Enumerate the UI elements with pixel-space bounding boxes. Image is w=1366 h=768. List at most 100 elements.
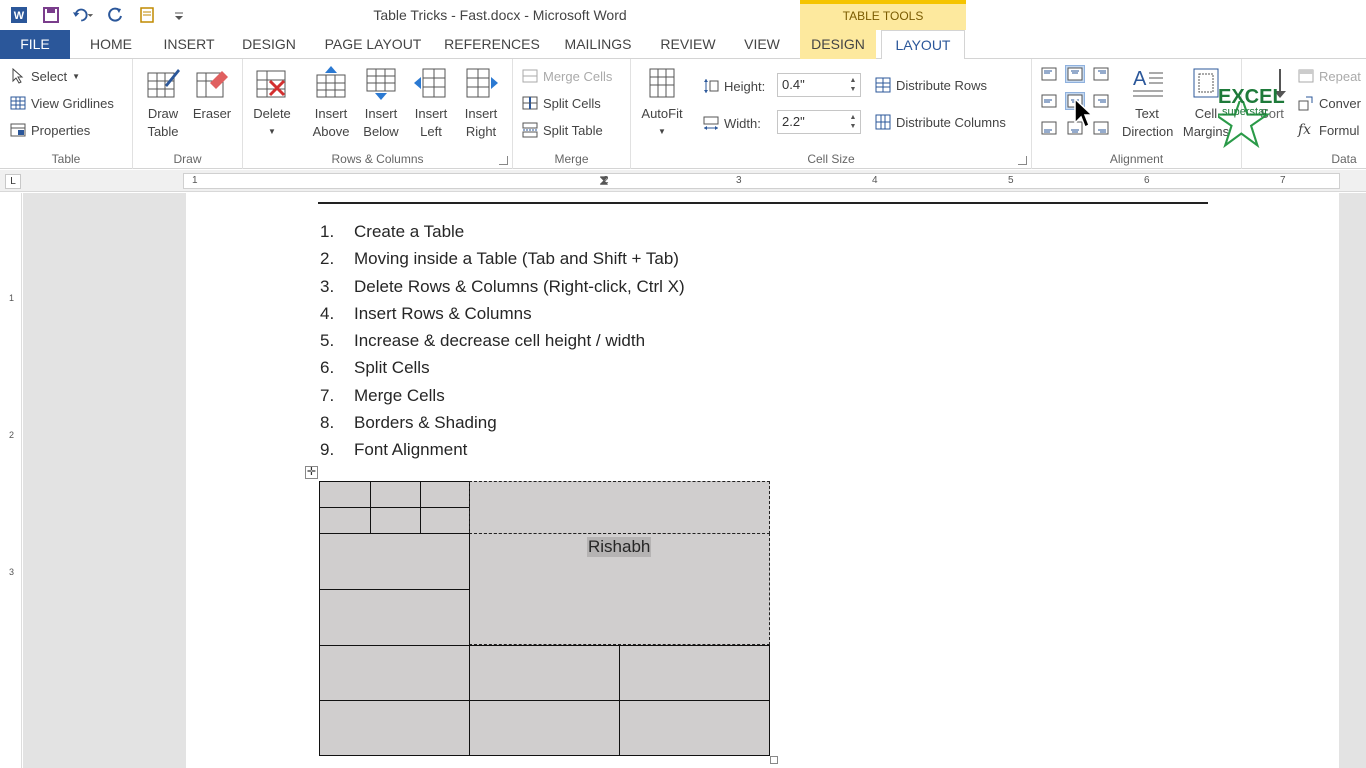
convert-icon xyxy=(1298,96,1313,111)
horizontal-ruler[interactable]: 1 ⧗ 2 3 4 5 6 7 xyxy=(183,172,1340,189)
tab-home[interactable]: HOME xyxy=(80,30,142,59)
list-item[interactable]: 1. Create a Table xyxy=(320,220,685,247)
table-tools-header: TABLE TOOLS xyxy=(800,0,966,30)
tab-mailings[interactable]: MAILINGS xyxy=(556,30,640,59)
tab-selector[interactable]: L xyxy=(5,174,21,189)
group-label-alignment: Alignment xyxy=(1109,152,1164,166)
tab-view[interactable]: VIEW xyxy=(736,30,788,59)
align-top-center-button[interactable] xyxy=(1065,65,1085,83)
align-middle-left-button[interactable] xyxy=(1039,92,1059,110)
tab-table-design[interactable]: DESIGN xyxy=(800,30,876,59)
height-label: Height: xyxy=(703,75,765,97)
align-bottom-left-button[interactable] xyxy=(1039,119,1059,137)
table-move-handle-icon[interactable]: ✛ xyxy=(305,466,318,479)
table-cell[interactable] xyxy=(469,481,770,534)
width-input[interactable]: 2.2" ▲ ▼ xyxy=(777,110,861,134)
group-merge: Merge Cells Split Cells Split Table Merg… xyxy=(513,59,631,169)
width-spinner-icon[interactable]: ▲ ▼ xyxy=(848,113,858,131)
select-button[interactable]: Select ▼ xyxy=(10,65,80,87)
repeat-header-rows-button[interactable]: Repeat xyxy=(1298,65,1361,87)
document-table[interactable] xyxy=(319,481,770,756)
list-item[interactable]: 5. Increase & decrease cell height / widt… xyxy=(320,329,685,356)
cursor-arrow-icon xyxy=(12,68,24,84)
list-item[interactable]: 8. Borders & Shading xyxy=(320,411,685,438)
height-spinner-icon[interactable]: ▲ ▼ xyxy=(848,76,858,94)
vertical-ruler[interactable]: 1 2 3 xyxy=(6,193,22,768)
list-item[interactable]: 2. Moving inside a Table (Tab and Shift +… xyxy=(320,247,685,274)
align-middle-right-button[interactable] xyxy=(1091,92,1111,110)
autofit-button[interactable]: AutoFit ▼ xyxy=(637,65,687,141)
table-cell[interactable] xyxy=(370,481,421,508)
insert-above-button[interactable]: Insert Above xyxy=(308,65,354,141)
table-cell[interactable] xyxy=(420,507,470,534)
table-cell[interactable] xyxy=(469,645,620,701)
table-cell[interactable] xyxy=(319,700,470,756)
list-item[interactable]: 7. Merge Cells xyxy=(320,384,685,411)
cell-size-launcher-icon[interactable] xyxy=(1018,156,1027,165)
split-cells-button[interactable]: Split Cells xyxy=(522,92,601,114)
height-input[interactable]: 0.4" ▲ ▼ xyxy=(777,73,861,97)
insert-right-icon xyxy=(466,68,498,98)
eraser-button[interactable]: Eraser xyxy=(189,65,235,123)
text-direction-icon: A xyxy=(1133,68,1163,97)
delete-button[interactable]: Delete ▼ xyxy=(249,65,295,141)
text-direction-button[interactable]: A Text Direction xyxy=(1122,65,1173,141)
table-properties-icon xyxy=(10,123,26,137)
list-item[interactable]: 4. Insert Rows & Columns xyxy=(320,302,685,329)
table-cell[interactable] xyxy=(619,700,770,756)
group-label-table: Table xyxy=(51,152,81,166)
autofit-icon xyxy=(649,68,675,98)
table-cell[interactable] xyxy=(319,589,470,646)
distribute-columns-button[interactable]: Distribute Columns xyxy=(875,111,1006,133)
table-cell[interactable] xyxy=(619,645,770,701)
table-cell[interactable] xyxy=(319,645,470,701)
gridlines-icon xyxy=(10,96,26,110)
list-item[interactable]: 9. Font Alignment xyxy=(320,438,685,465)
watermark-subtext: superstar xyxy=(1222,106,1268,118)
table-cell[interactable] xyxy=(319,507,371,534)
autofit-dropdown-icon: ▼ xyxy=(658,127,666,136)
group-label-cell-size: Cell Size xyxy=(807,152,855,166)
align-top-left-button[interactable] xyxy=(1039,65,1059,83)
ribbon: Select ▼ View Gridlines Properties Table … xyxy=(0,59,1366,169)
align-bottom-left-icon xyxy=(1041,121,1057,135)
list-item[interactable]: 3. Delete Rows & Columns (Right-click, Ct… xyxy=(320,275,685,302)
repeat-header-icon xyxy=(1298,69,1314,83)
align-top-right-icon xyxy=(1093,67,1109,81)
view-gridlines-button[interactable]: View Gridlines xyxy=(10,92,114,114)
merge-cells-button[interactable]: Merge Cells xyxy=(522,65,612,87)
horizontal-ruler-bar: L 1 ⧗ 2 3 4 5 6 7 xyxy=(0,170,1366,192)
width-label: Width: xyxy=(703,112,761,134)
draw-table-button[interactable]: Draw Table xyxy=(141,65,185,141)
tab-review[interactable]: REVIEW xyxy=(654,30,722,59)
formula-button[interactable]: fx Formul xyxy=(1298,119,1359,141)
table-cell[interactable] xyxy=(370,507,421,534)
tab-file[interactable]: FILE xyxy=(0,30,70,59)
ribbon-tabs: FILE HOME INSERT DESIGN PAGE LAYOUT REFE… xyxy=(0,30,1366,89)
insert-right-button[interactable]: Insert Right xyxy=(458,65,504,141)
table-resize-handle[interactable] xyxy=(770,756,778,764)
table-cell[interactable] xyxy=(319,481,371,508)
split-table-button[interactable]: Split Table xyxy=(522,119,603,141)
list-item[interactable]: 6. Split Cells xyxy=(320,356,685,383)
align-top-right-button[interactable] xyxy=(1091,65,1111,83)
rows-columns-launcher-icon[interactable] xyxy=(499,156,508,165)
distribute-rows-button[interactable]: Distribute Rows xyxy=(875,74,987,96)
table-cell[interactable] xyxy=(420,481,470,508)
tab-references[interactable]: REFERENCES xyxy=(442,30,542,59)
delete-table-icon xyxy=(256,70,286,98)
tab-table-layout[interactable]: LAYOUT xyxy=(881,30,965,60)
insert-below-icon xyxy=(366,68,396,100)
table-cell[interactable] xyxy=(319,533,470,590)
tab-design[interactable]: DESIGN xyxy=(234,30,304,59)
convert-to-text-button[interactable]: Conver xyxy=(1298,92,1361,114)
insert-below-button[interactable]: Insert Below xyxy=(358,65,404,141)
selected-cell-text[interactable]: Rishabh xyxy=(587,537,652,557)
insert-left-button[interactable]: Insert Left xyxy=(408,65,454,141)
tab-page-layout[interactable]: PAGE LAYOUT xyxy=(318,30,428,59)
tab-insert[interactable]: INSERT xyxy=(155,30,223,59)
align-bottom-right-button[interactable] xyxy=(1091,119,1111,137)
table-cell[interactable] xyxy=(469,700,620,756)
properties-button[interactable]: Properties xyxy=(10,119,90,141)
title-bar: W Table Tricks - Fast.docx - Microsoft W… xyxy=(0,0,1366,30)
